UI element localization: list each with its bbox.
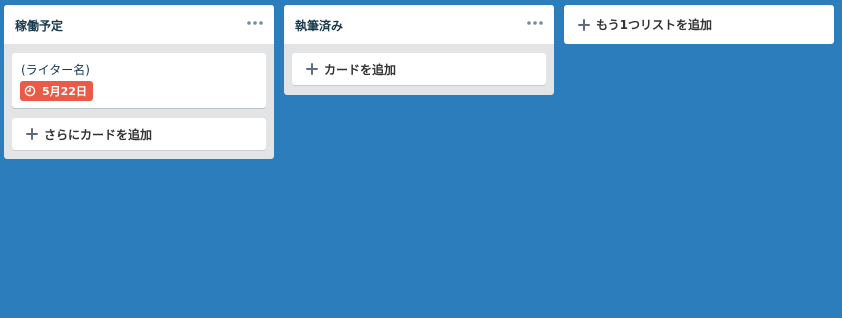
list-header: 稼働予定 bbox=[4, 5, 274, 44]
more-horizontal-icon[interactable] bbox=[246, 18, 264, 28]
add-card-button[interactable]: さらにカードを追加 bbox=[12, 118, 266, 150]
add-list-button[interactable]: もう1つリストを追加 bbox=[564, 5, 834, 44]
more-horizontal-icon[interactable] bbox=[526, 18, 544, 28]
due-date-text: 5月22日 bbox=[42, 85, 87, 98]
card[interactable]: (ライター名) 5月22日 bbox=[12, 53, 266, 108]
add-card-label: カードを追加 bbox=[324, 62, 397, 77]
list-title[interactable]: 執筆済み bbox=[295, 17, 343, 34]
add-card-label: さらにカードを追加 bbox=[44, 127, 153, 142]
add-list-label: もう1つリストを追加 bbox=[596, 18, 712, 32]
due-date-badge[interactable]: 5月22日 bbox=[20, 81, 93, 101]
plus-icon bbox=[26, 128, 38, 140]
list-title[interactable]: 稼働予定 bbox=[15, 17, 63, 34]
plus-icon bbox=[578, 18, 590, 31]
list-header: 執筆済み bbox=[284, 5, 554, 44]
plus-icon bbox=[306, 63, 318, 75]
add-card-button[interactable]: カードを追加 bbox=[292, 53, 546, 85]
list-written: 執筆済み カードを追加 bbox=[284, 5, 554, 95]
card-title: (ライター名) bbox=[21, 63, 90, 77]
list-scheduled: 稼働予定 (ライター名) 5月22日 さらにカードを追加 bbox=[4, 5, 274, 159]
clock-icon bbox=[24, 85, 36, 97]
